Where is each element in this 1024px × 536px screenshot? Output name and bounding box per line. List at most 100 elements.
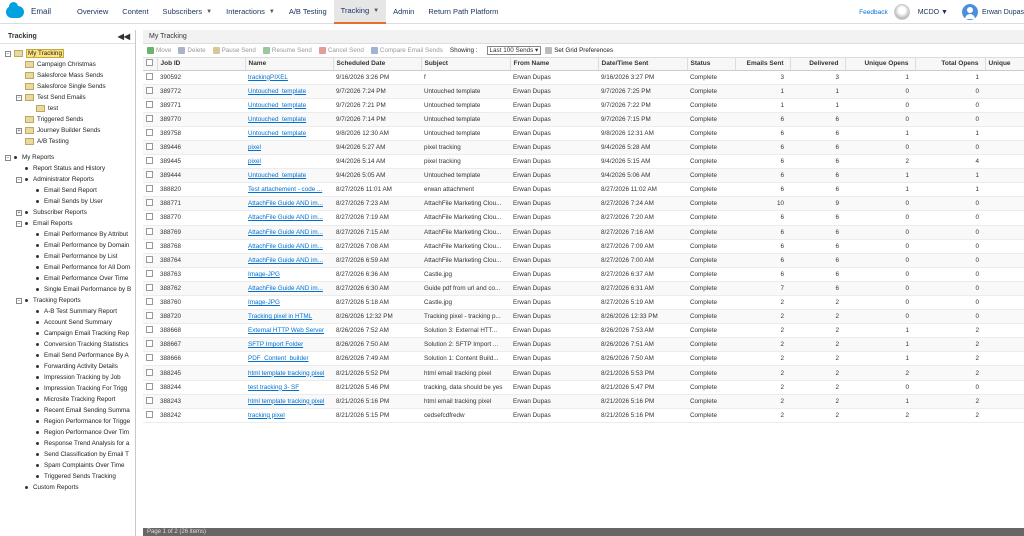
table-cell[interactable]: pixel: [245, 140, 333, 156]
row-select-cell[interactable]: [143, 323, 157, 339]
row-checkbox[interactable]: [146, 298, 153, 306]
row-checkbox[interactable]: [146, 326, 153, 334]
row-checkbox[interactable]: [146, 368, 153, 376]
table-row[interactable]: 388244 test tracking 3- SF 8/21/2026 5:46 …: [143, 380, 1024, 395]
row-select-cell[interactable]: [143, 154, 157, 170]
tree-report-item[interactable]: − Email Reports: [16, 218, 73, 229]
table-row[interactable]: 388666 PDF_Content_builder 8/26/2026 7:49 …: [143, 351, 1024, 367]
tree-report-item[interactable]: Custom Reports: [16, 482, 79, 493]
row-select-cell[interactable]: [143, 408, 157, 423]
row-checkbox[interactable]: [146, 354, 153, 362]
nav-item-interactions[interactable]: Interactions ▼: [219, 0, 282, 24]
collapse-icon[interactable]: −: [16, 297, 22, 304]
nav-item-subscribers[interactable]: Subscribers ▼: [156, 0, 220, 24]
table-cell[interactable]: test tracking 3- SF: [245, 380, 333, 395]
table-row[interactable]: 388720 Tracking pixel in HTML 8/26/2026 12…: [143, 309, 1024, 325]
row-checkbox[interactable]: [146, 410, 153, 418]
table-row[interactable]: 388668 External HTTP Web Server 8/26/2026 …: [143, 323, 1024, 339]
cancel-send-button[interactable]: Cancel Send: [318, 47, 364, 54]
row-select-cell[interactable]: [143, 225, 157, 240]
table-cell[interactable]: Untouched_template: [245, 84, 333, 99]
tree-report-item[interactable]: Send Classification by Email T: [27, 449, 129, 460]
table-cell[interactable]: pixel: [245, 154, 333, 170]
tree-report-item[interactable]: Campaign Email Tracking Rep: [27, 328, 129, 339]
tree-folder[interactable]: A/B Testing: [16, 136, 69, 147]
table-cell[interactable]: Untouched_template: [245, 98, 333, 113]
row-select-cell[interactable]: [143, 182, 157, 198]
row-select-cell[interactable]: [143, 337, 157, 353]
tree-report-item[interactable]: Single Email Performance by B: [27, 284, 131, 295]
table-row[interactable]: 388770 AttachFile Guide AND im... 8/27/202…: [143, 210, 1024, 226]
row-select-cell[interactable]: [143, 239, 157, 254]
job-name-link[interactable]: html template tracking pixel: [248, 370, 324, 377]
row-checkbox[interactable]: [146, 255, 153, 263]
checkbox[interactable]: [146, 59, 153, 67]
row-checkbox[interactable]: [146, 396, 153, 404]
tree-folder[interactable]: test: [27, 103, 58, 114]
tree-report-item[interactable]: Triggered Sends Tracking: [27, 471, 116, 482]
table-cell[interactable]: Image-JPG: [245, 267, 333, 282]
nav-item-content[interactable]: Content: [115, 0, 155, 24]
collapse-icon[interactable]: −: [16, 220, 22, 227]
tree-report-item[interactable]: Recent Email Sending Summa: [27, 405, 130, 416]
row-checkbox[interactable]: [146, 114, 153, 122]
row-checkbox[interactable]: [146, 199, 153, 207]
compare-email-sends-button[interactable]: Compare Email Sends: [370, 47, 443, 54]
job-name-link[interactable]: pixel: [248, 158, 261, 165]
job-name-link[interactable]: Untouched_template: [248, 102, 306, 109]
table-cell[interactable]: Test attachement - code ...: [245, 182, 333, 198]
table-cell[interactable]: External HTTP Web Server: [245, 323, 333, 339]
tree-report-item[interactable]: Region Performance for Trigge: [27, 416, 130, 427]
collapse-icon[interactable]: −: [16, 94, 22, 101]
collapse-icon[interactable]: −: [5, 154, 11, 161]
row-checkbox[interactable]: [146, 100, 153, 108]
nav-item-tracking[interactable]: Tracking ▼: [333, 0, 387, 24]
row-select-cell[interactable]: [143, 295, 157, 311]
tree-report-item[interactable]: A-B Test Summary Report: [27, 306, 117, 317]
table-row[interactable]: 388763 Image-JPG 8/27/2026 6:36 AM Castle.j…: [143, 267, 1024, 282]
row-checkbox[interactable]: [146, 171, 153, 179]
nav-item-overview[interactable]: Overview: [70, 0, 115, 24]
job-name-link[interactable]: AttachFile Guide AND im...: [248, 257, 323, 264]
tree-report-item[interactable]: − My Reports: [5, 152, 54, 163]
tree-report-item[interactable]: Email Performance for All Dom: [27, 262, 130, 273]
tree-folder[interactable]: + Journey Builder Sends: [16, 125, 100, 136]
select-all-checkbox[interactable]: [143, 58, 158, 71]
collapse-icon[interactable]: −: [16, 176, 22, 183]
table-row[interactable]: 388242 tracking pixel 8/21/2026 5:15 PM ced…: [143, 408, 1024, 423]
job-name-link[interactable]: AttachFile Guide AND im...: [248, 285, 323, 292]
table-cell[interactable]: Untouched_template: [245, 126, 333, 141]
resume-send-button[interactable]: Resume Send: [262, 47, 312, 54]
table-cell[interactable]: AttachFile Guide AND im...: [245, 253, 333, 268]
column-header[interactable]: Total Opens: [915, 58, 986, 71]
tree-report-item[interactable]: Response Trend Analysis for a: [27, 438, 129, 449]
table-row[interactable]: 388667 SFTP Import Folder 8/26/2026 7:50 A…: [143, 337, 1024, 353]
user-avatar-icon[interactable]: [961, 4, 978, 20]
tree-folder[interactable]: Salesforce Single Sends: [16, 81, 106, 92]
tree-report-item[interactable]: Spam Complaints Over Time: [27, 460, 125, 471]
job-name-link[interactable]: AttachFile Guide AND im...: [248, 214, 323, 221]
job-name-link[interactable]: tracking pixel: [248, 412, 285, 419]
table-cell[interactable]: AttachFile Guide AND im...: [245, 196, 333, 212]
table-cell[interactable]: Tracking pixel in HTML: [245, 309, 333, 325]
job-name-link[interactable]: test tracking 3- SF: [248, 384, 299, 391]
row-checkbox[interactable]: [146, 283, 153, 291]
job-name-link[interactable]: Untouched_template: [248, 172, 306, 179]
job-name-link[interactable]: trackingPIXEL: [248, 74, 288, 81]
row-select-cell[interactable]: [143, 210, 157, 226]
user-name[interactable]: Erwan Dupas: [982, 9, 1024, 16]
delete-button[interactable]: Delete: [178, 47, 206, 54]
table-row[interactable]: 388820 Test attachement - code ... 8/27/20…: [143, 182, 1024, 198]
tree-report-item[interactable]: Email Performance by List: [27, 251, 118, 262]
table-cell[interactable]: Image-JPG: [245, 295, 333, 311]
tree-report-item[interactable]: Account Send Summary: [27, 317, 112, 328]
job-name-link[interactable]: SFTP Import Folder: [248, 341, 303, 348]
tree-report-item[interactable]: Email Performance Over Time: [27, 273, 128, 284]
job-name-link[interactable]: html template tracking pixel: [248, 398, 324, 405]
job-name-link[interactable]: Tracking pixel in HTML: [248, 313, 312, 320]
column-header[interactable]: Job ID: [157, 58, 246, 71]
row-checkbox[interactable]: [146, 241, 153, 249]
tree-report-item[interactable]: Conversion Tracking Statistics: [27, 339, 128, 350]
tree-report-item[interactable]: Email Performance by Domain: [27, 240, 129, 251]
table-cell[interactable]: AttachFile Guide AND im...: [245, 281, 333, 297]
